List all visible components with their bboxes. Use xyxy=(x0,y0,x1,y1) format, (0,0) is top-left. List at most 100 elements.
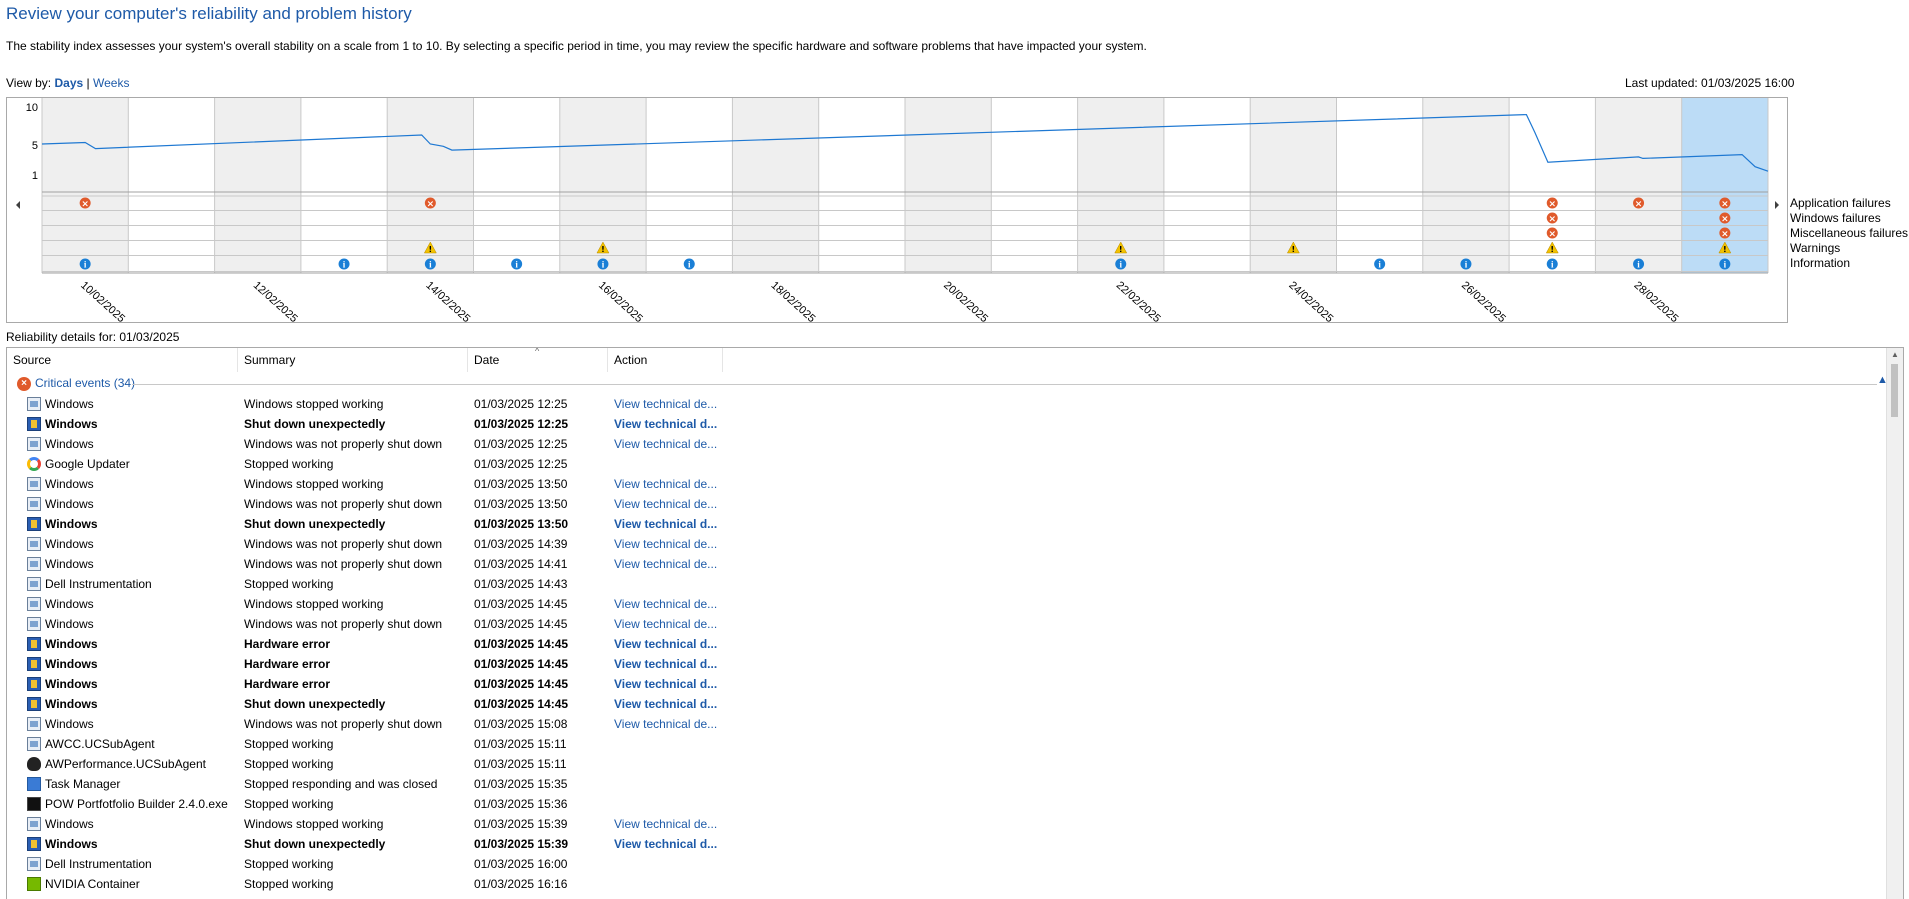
table-row[interactable]: Windows Hardware error 01/03/2025 14:45 Vie… xyxy=(7,654,1887,674)
table-row[interactable]: Dell Instrumentation Stopped working 01/03… xyxy=(7,574,1887,594)
action-link[interactable]: View technical d... xyxy=(614,414,724,434)
action-link[interactable]: View technical de... xyxy=(614,534,724,554)
table-row[interactable]: Windows Windows stopped working 01/03/2025… xyxy=(7,814,1887,834)
chart-scroll-left-icon[interactable] xyxy=(16,201,20,209)
source-cell: AWPerformance.UCSubAgent xyxy=(45,757,206,771)
summary-cell: Stopped working xyxy=(244,577,334,591)
table-row[interactable]: Windows Hardware error 01/03/2025 14:45 Vie… xyxy=(7,634,1887,654)
summary-cell: Stopped working xyxy=(244,797,334,811)
action-link[interactable]: View technical de... xyxy=(614,814,724,834)
source-cell: Windows xyxy=(45,557,94,571)
action-link[interactable]: View technical d... xyxy=(614,674,724,694)
group-divider xyxy=(132,384,1877,385)
window-icon xyxy=(27,737,41,751)
summary-cell: Stopped working xyxy=(244,757,334,771)
action-link[interactable]: View technical de... xyxy=(614,554,724,574)
date-cell: 01/03/2025 15:11 xyxy=(474,737,567,751)
date-cell: 01/03/2025 14:45 xyxy=(474,657,569,671)
table-row[interactable]: Windows Shut down unexpectedly 01/03/2025 … xyxy=(7,834,1887,854)
table-row[interactable]: Windows Windows was not properly shut dow… xyxy=(7,494,1887,514)
table-row[interactable]: Windows Shut down unexpectedly 01/03/2025 … xyxy=(7,694,1887,714)
action-link[interactable]: View technical de... xyxy=(614,394,724,414)
scrollbar-thumb[interactable] xyxy=(1891,364,1898,417)
view-by-days-link[interactable]: Days xyxy=(54,76,83,90)
summary-cell: Windows stopped working xyxy=(244,817,384,831)
table-row[interactable]: Windows Shut down unexpectedly 01/03/2025 … xyxy=(7,414,1887,434)
action-link[interactable]: View technical de... xyxy=(614,474,724,494)
details-table: Source Summary Date Action ^ × Critical … xyxy=(6,347,1904,899)
table-row[interactable]: Windows Shut down unexpectedly 01/03/2025 … xyxy=(7,514,1887,534)
column-header-action[interactable]: Action xyxy=(608,348,723,372)
nvidia-icon xyxy=(27,877,41,891)
table-row[interactable]: AWCC.UCSubAgent Stopped working 01/03/2025… xyxy=(7,734,1887,754)
shield-icon xyxy=(27,417,41,431)
table-row[interactable]: POW Portfotfolio Builder 2.4.0.exe Stoppe… xyxy=(7,794,1887,814)
table-row[interactable]: Task Manager Stopped responding and was c… xyxy=(7,774,1887,794)
shield-icon xyxy=(27,657,41,671)
vertical-scrollbar[interactable]: ▲ xyxy=(1886,348,1903,899)
action-link[interactable]: View technical de... xyxy=(614,714,724,734)
summary-cell: Stopped working xyxy=(244,457,334,471)
source-cell: Dell Instrumentation xyxy=(45,857,152,871)
window-icon xyxy=(27,497,41,511)
legend-label: Miscellaneous failures xyxy=(1790,226,1909,240)
date-cell: 01/03/2025 14:45 xyxy=(474,677,569,691)
table-header: Source Summary Date Action ^ xyxy=(7,348,1887,372)
date-cell: 01/03/2025 13:50 xyxy=(474,477,568,491)
chart-column-bg xyxy=(905,98,992,273)
table-row[interactable]: Windows Windows was not properly shut dow… xyxy=(7,434,1887,454)
chart-scroll-right-icon[interactable] xyxy=(1775,201,1779,209)
action-link[interactable]: View technical d... xyxy=(614,834,724,854)
table-row[interactable]: Windows Windows was not properly shut dow… xyxy=(7,534,1887,554)
reliability-chart-svg[interactable]: 1051× × × × ×× ×× ×!!!!! !i i i i i i i i i i i i10/02/202… xyxy=(7,98,1787,322)
shield-icon xyxy=(27,697,41,711)
view-by-weeks-link[interactable]: Weeks xyxy=(93,76,129,90)
chart-column-bg xyxy=(42,98,129,273)
window-icon xyxy=(27,477,41,491)
scroll-up-arrow-icon[interactable]: ▲ xyxy=(1891,350,1899,359)
action-link[interactable]: View technical d... xyxy=(614,694,724,714)
summary-cell: Hardware error xyxy=(244,637,331,651)
source-cell: Windows xyxy=(45,677,98,691)
action-link[interactable]: View technical d... xyxy=(614,654,724,674)
date-cell: 01/03/2025 16:16 xyxy=(474,877,568,891)
warning-marker-glyph: ! xyxy=(1292,245,1296,254)
page-description: The stability index assesses your system… xyxy=(6,39,1147,53)
table-row[interactable]: Windows Windows stopped working 01/03/2025… xyxy=(7,394,1887,414)
summary-cell: Hardware error xyxy=(244,657,331,671)
action-link[interactable]: View technical de... xyxy=(614,494,724,514)
critical-events-group[interactable]: × Critical events (34) ▲ xyxy=(17,374,1888,394)
column-header-source[interactable]: Source xyxy=(7,348,238,372)
action-link[interactable]: View technical d... xyxy=(614,634,724,654)
table-row[interactable]: NVIDIA Container Stopped working 01/03/202… xyxy=(7,874,1887,894)
error-marker-glyph: × xyxy=(1548,230,1556,240)
table-row[interactable]: Windows Hardware error 01/03/2025 14:45 Vie… xyxy=(7,674,1887,694)
table-row[interactable]: Google Updater Stopped working 01/03/2025 … xyxy=(7,454,1887,474)
summary-cell: Stopped working xyxy=(244,877,334,891)
summary-cell: Windows stopped working xyxy=(244,477,384,491)
table-row[interactable]: Dell Instrumentation Stopped working 01/03… xyxy=(7,854,1887,874)
table-row[interactable]: AWPerformance.UCSubAgent Stopped working 0… xyxy=(7,754,1887,774)
action-link[interactable]: View technical de... xyxy=(614,614,724,634)
action-link[interactable]: View technical de... xyxy=(614,594,724,614)
window-icon xyxy=(27,857,41,871)
column-header-summary[interactable]: Summary xyxy=(238,348,468,372)
action-link[interactable]: View technical de... xyxy=(614,434,724,454)
warning-marker-glyph: ! xyxy=(1119,245,1123,254)
warning-marker-glyph: ! xyxy=(1550,245,1554,254)
table-row[interactable]: Windows Windows was not properly shut dow… xyxy=(7,714,1887,734)
reliability-chart[interactable]: 10 5 1 × × × × × × × × ×!!!!!! i i i i i i i i i i i i 10/02/202… xyxy=(6,97,1788,323)
table-row[interactable]: Windows Windows stopped working 01/03/2025… xyxy=(7,594,1887,614)
action-link[interactable]: View technical d... xyxy=(614,514,724,534)
table-row[interactable]: Windows Windows was not properly shut dow… xyxy=(7,554,1887,574)
table-row[interactable]: Windows Windows was not properly shut dow… xyxy=(7,614,1887,634)
chart-column-bg xyxy=(214,98,301,273)
x-tick-label: 20/02/2025 xyxy=(941,279,990,322)
date-cell: 01/03/2025 12:25 xyxy=(474,457,568,471)
error-marker-glyph: × xyxy=(1548,215,1556,225)
date-cell: 01/03/2025 13:50 xyxy=(474,517,569,531)
date-cell: 01/03/2025 12:25 xyxy=(474,417,569,431)
table-row[interactable]: Windows Windows stopped working 01/03/2025… xyxy=(7,474,1887,494)
task-icon xyxy=(27,777,41,791)
summary-cell: Windows stopped working xyxy=(244,397,384,411)
